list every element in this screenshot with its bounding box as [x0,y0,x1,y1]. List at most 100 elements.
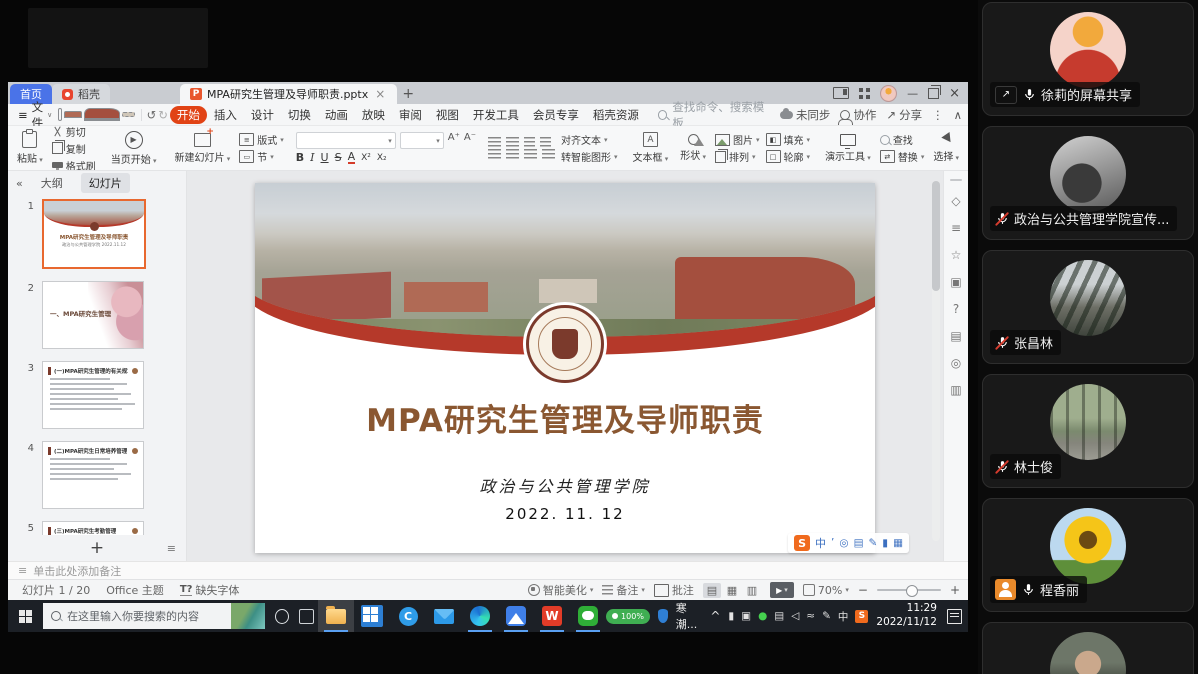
restore-button[interactable] [928,88,939,99]
tray-phone-icon[interactable]: ▮ [728,610,734,622]
help-icon[interactable]: ? [953,302,959,316]
present-assistant-icon[interactable]: ◇ [951,194,960,208]
subscript-button[interactable]: X₂ [377,153,387,163]
slide-thumbnail[interactable]: (二)MPA研究生日常培养管理 [42,441,144,509]
align-left-icon[interactable] [488,149,501,159]
replace-button[interactable]: ⇄替换▾ [880,149,925,164]
notes-toggle-button[interactable]: 备注▾ [602,582,645,598]
slide-thumbnail[interactable]: (一)MPA研究生管理的有关规章制度 [42,361,144,429]
tab-slides[interactable]: 幻灯片 [81,173,130,193]
menu-item-docer-res[interactable]: 稻壳资源 [586,106,646,124]
participant-tile[interactable]: 张昌林 [982,250,1194,364]
menu-item-devtools[interactable]: 开发工具 [466,106,526,124]
sogou-tool-icon-5[interactable]: ▦ [893,538,903,549]
sogou-tool-icon-0[interactable]: ’ [831,538,834,549]
italic-button[interactable]: I [310,151,314,164]
shapes-button[interactable]: 形状 ▾ [677,134,709,162]
menu-item-member[interactable]: 会员专享 [526,106,586,124]
textbox-button[interactable]: A文本框 ▾ [630,132,672,164]
align-right-icon[interactable] [524,149,537,159]
ai-beautify-button[interactable]: 智能美化▾ [528,582,594,598]
layout-button[interactable]: ≡版式▾ [239,132,284,147]
strike-button[interactable]: S [335,151,342,164]
sogou-tool-icon-4[interactable]: ▮ [882,538,888,549]
grow-font-button[interactable]: A⁺ [448,132,460,149]
find-button[interactable]: 查找 [880,132,925,147]
shrink-font-button[interactable]: A⁻ [464,132,476,149]
participant-tile[interactable] [982,622,1194,674]
participant-tile[interactable]: 程香丽 [982,498,1194,612]
paste-button[interactable]: 粘贴 ▾ [14,131,46,165]
copy-button[interactable]: 复制 [52,141,96,156]
fill-button[interactable]: ◧填充▾ [766,132,811,147]
menu-item-transition[interactable]: 切换 [281,106,318,124]
play-from-current-button[interactable]: ▶当页开始 ▾ [108,128,160,168]
view-reading-button[interactable]: ▥ [743,583,761,598]
cortana-button[interactable] [275,609,289,624]
slide-thumbnail[interactable]: MPA研究生管理及导师职责政治与公共管理学院 2022.11.12 [42,199,146,269]
tab-outline[interactable]: 大纲 [33,173,71,193]
minimize-button[interactable]: — [907,87,918,100]
close-window-button[interactable]: × [949,86,960,101]
numbering-icon[interactable] [506,137,519,147]
slide-subtitle[interactable]: 政治与公共管理学院 [255,473,875,497]
tab-docer[interactable]: 稻壳 [52,84,110,104]
undo-icon[interactable]: ↺ [147,108,157,122]
app-microsoft-store[interactable] [354,600,390,632]
app-blue-c[interactable]: C [390,600,426,632]
indent-more-icon[interactable] [540,137,551,147]
weather-text[interactable]: 寒潮... [676,600,703,632]
participant-tile[interactable]: ↗徐莉的屏幕共享 [982,2,1194,116]
zoom-in-button[interactable]: + [950,583,960,597]
tab-document[interactable]: P MPA研究生管理及导师职责.pptx × [180,84,397,104]
action-center-icon[interactable] [947,609,962,624]
view-sorter-button[interactable]: ▦ [723,583,741,598]
slide-title[interactable]: MPA研究生管理及导师职责 [255,395,875,440]
menu-item-view[interactable]: 视图 [429,106,466,124]
slide-thumbnail[interactable]: (三)MPA研究生考勤管理 [42,521,144,535]
collab-button[interactable]: 协作 [840,107,876,123]
tray-image-icon[interactable]: ▣ [741,610,751,622]
sync-status[interactable]: 未同步 [780,107,831,123]
notes-bar[interactable]: ≡ 单击此处添加备注 [8,561,968,579]
layout-panel-icon[interactable]: ▣ [950,275,961,289]
tray-speaker-icon[interactable]: ◁ [791,610,799,622]
tray-green-dot-icon[interactable]: ● [758,610,767,622]
add-slide-button[interactable]: + [90,538,104,558]
font-size-select[interactable]: ▾ [400,132,444,149]
new-tab-button[interactable]: + [397,84,419,104]
smart-graphic-button[interactable]: 转智能图形▾ [561,149,618,164]
theme-name[interactable]: Office 主题 [106,582,164,598]
arrange-button[interactable]: 排列▾ [715,149,760,164]
menu-item-design[interactable]: 设计 [244,106,281,124]
missing-font-warning[interactable]: T? 缺失字体 [180,582,240,598]
menu-item-slideshow[interactable]: 放映 [355,106,392,124]
effects-icon[interactable]: ☆ [951,248,962,262]
section-button[interactable]: ▭节▾ [239,149,284,164]
tray-pen-icon[interactable]: ✎ [822,610,831,622]
preview-icon[interactable] [122,112,135,117]
share-button[interactable]: ↗分享 [886,107,922,123]
format-painter-button[interactable]: 格式刷 [52,158,96,172]
tray-sogou-icon[interactable]: S [855,610,868,623]
zoom-level[interactable]: 70%▾ [803,584,849,597]
app-mountain[interactable] [498,600,534,632]
zoom-slider-knob[interactable] [906,585,918,597]
zoom-out-button[interactable]: − [858,583,868,597]
font-color-button[interactable]: A [348,152,356,164]
slide-thumbnail[interactable]: 一、MPA研究生管理 [42,281,144,349]
app-wechat[interactable] [570,600,606,632]
print-icon[interactable] [84,108,120,121]
canvas-scrollbar[interactable] [932,181,940,541]
select-button[interactable]: 选择 ▾ [930,134,962,163]
view-normal-button[interactable]: ▤ [703,583,721,598]
drag-handle[interactable] [950,179,962,181]
present-tools-button[interactable]: 演示工具 ▾ [822,134,874,163]
app-mail[interactable] [426,600,462,632]
align-center-icon[interactable] [506,149,519,159]
workspace-grid-icon[interactable] [859,88,870,99]
slideshow-play-button[interactable]: ▶▾ [770,582,794,598]
export-icon[interactable] [64,111,82,117]
close-tab-icon[interactable]: × [373,87,387,101]
outline-button[interactable]: □轮廓▾ [766,149,811,164]
